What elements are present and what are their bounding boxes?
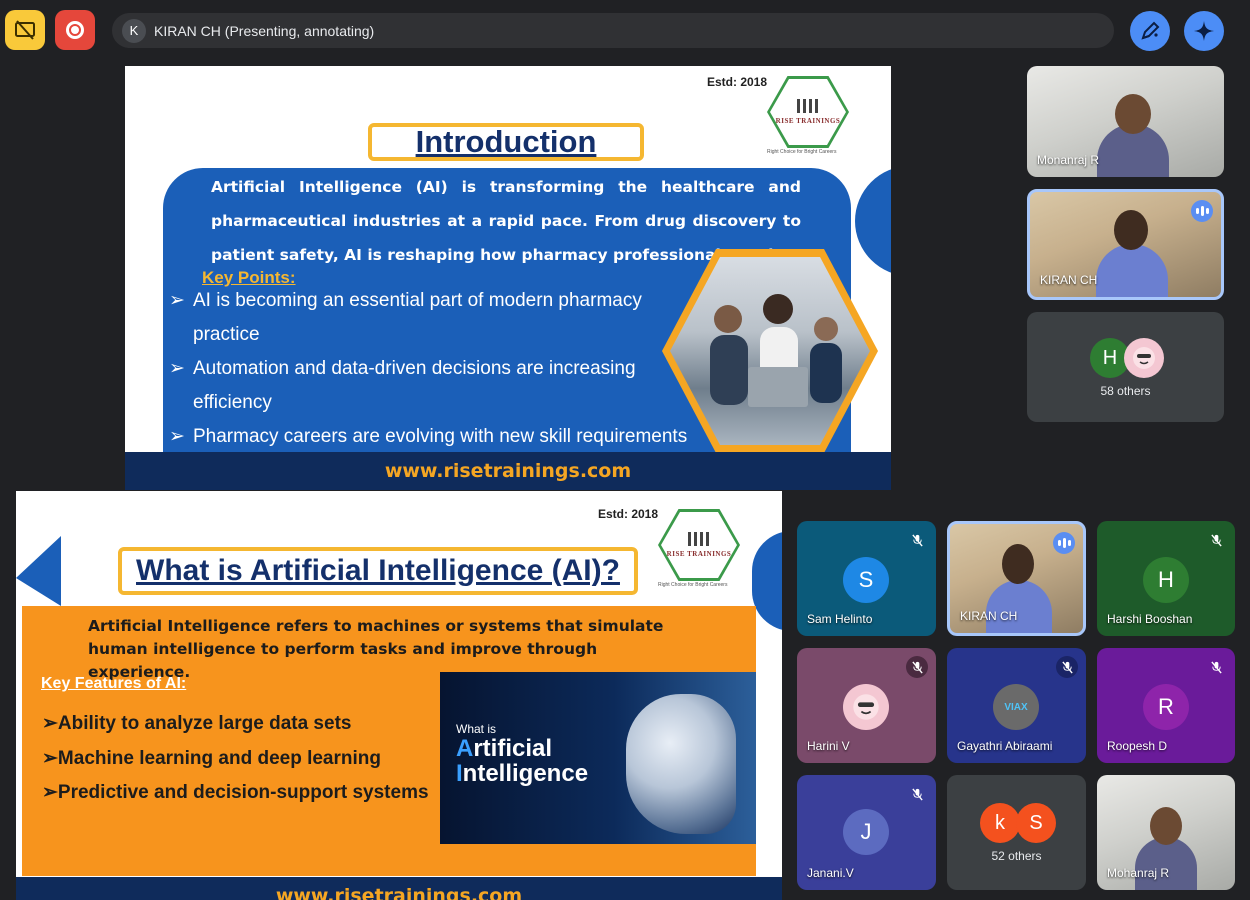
avatar-emoji-icon [843,684,889,730]
logo-people-icon [688,532,710,546]
mic-off-icon [1205,656,1227,678]
decorative-triangle [16,536,61,606]
recording-button[interactable] [55,10,95,50]
participant-tile-kiran[interactable]: KIRAN CH [947,521,1086,636]
decorative-curve [752,531,782,631]
participant-tile-mohanraj[interactable]: Mohanraj R [1097,775,1235,890]
participant-tile-roopesh[interactable]: R Roopesh D [1097,648,1235,763]
slide-footer: www.risetrainings.com [16,877,782,900]
pen-annotate-icon [1141,21,1160,40]
participant-name: Monanraj R [1037,153,1100,167]
estd-label: Estd: 2018 [598,507,659,521]
participant-tile-sam[interactable]: S Sam Helinto [797,521,936,636]
logo-tagline: Right Choice for Bright Careers [767,149,837,155]
decorative-curve [855,166,891,276]
mic-off-icon [906,656,928,678]
key-features-list: ➢Ability to analyze large data sets ➢Mac… [42,707,429,811]
participant-tile-others-bottom[interactable]: k S 52 others [947,775,1086,890]
avatar: J [843,809,889,855]
participant-tile-monanraj[interactable]: Monanraj R [1027,66,1224,177]
participant-tile-kiran-speaking[interactable]: KIRAN CH [1027,189,1224,300]
logo-people-icon [797,99,819,113]
presenter-label: KIRAN CH (Presenting, annotating) [154,22,375,39]
list-item: ➢Predictive and decision-support systems [42,782,429,803]
avatar: VIAX [993,684,1039,730]
meeting-top-bar: K KIRAN CH (Presenting, annotating) [0,0,1250,62]
speaking-indicator-icon [1191,200,1213,222]
ai-robot-image: What is Artificial Intelligence [440,672,756,844]
participant-name: Harini V [807,739,850,753]
mic-off-icon [906,783,928,805]
participant-tile-gayathri[interactable]: VIAX Gayathri Abiraami [947,648,1086,763]
logo-text: RISE TRAININGS [775,117,841,125]
others-count-label: 52 others [991,849,1042,863]
intro-title-box: Introduction [368,123,644,161]
avatar: S [1016,803,1056,843]
list-item: ➢ AI is becoming an essential part of mod… [169,290,642,345]
participant-name: Sam Helinto [807,612,873,626]
participant-name: KIRAN CH [1040,273,1098,287]
mic-off-icon [1205,529,1227,551]
presenter-indicator[interactable]: K KIRAN CH (Presenting, annotating) [112,13,1114,48]
gemini-button[interactable] [1184,11,1224,51]
stop-presenting-icon [15,20,35,40]
avatar: k [980,803,1020,843]
others-count-label: 58 others [1100,384,1151,398]
avatar: R [1143,684,1189,730]
recording-icon [66,21,84,39]
mic-off-icon [1056,656,1078,678]
participant-name: Harshi Booshan [1107,612,1193,626]
ai-image-caption-small: What is [456,722,497,736]
list-item: ➢ Pharmacy careers are evolving with new … [169,426,688,447]
footer-url: www.risetrainings.com [275,885,523,900]
slide-title: Introduction [415,124,597,159]
logo-text: RISE TRAININGS [666,550,732,558]
list-item: ➢Ability to analyze large data sets [42,713,352,734]
logo-tagline: Right Choice for Bright Careers [658,582,728,588]
gemini-sparkle-icon [1194,21,1214,41]
presenter-avatar: K [122,18,146,43]
list-item: ➢ Automation and data-driven decisions ar… [169,358,636,413]
participant-tile-harshi[interactable]: H Harshi Booshan [1097,521,1235,636]
mic-off-icon [906,529,928,551]
participant-tile-harini[interactable]: Harini V [797,648,936,763]
ai-title-box: What is Artificial Intelligence (AI)? [118,547,638,595]
annotate-button[interactable] [1130,11,1170,51]
shared-slide-what-is-ai: Estd: 2018 RISE TRAININGS Right Choice f… [16,491,782,900]
participant-name: Mohanraj R [1107,866,1170,880]
list-item: ➢Machine learning and deep learning [42,747,381,769]
footer-url: www.risetrainings.com [384,460,632,482]
estd-label: Estd: 2018 [707,75,768,89]
avatar: H [1143,557,1189,603]
participant-name: Gayathri Abiraami [957,739,1053,753]
rise-trainings-logo: RISE TRAININGS [767,76,849,148]
participant-name: Roopesh D [1107,739,1168,753]
avatar: S [843,557,889,603]
key-features-label: Key Features of AI: [41,675,187,692]
key-points-list: ➢ AI is becoming an essential part of mod… [169,284,709,454]
slide-title: What is Artificial Intelligence (AI)? [136,554,620,587]
slide-footer: www.risetrainings.com [125,452,891,490]
avatar-emoji-icon [1124,338,1164,378]
speaking-indicator-icon [1053,532,1075,554]
participant-name: KIRAN CH [960,609,1018,623]
robot-head-icon [626,694,736,834]
shared-slide-introduction: Estd: 2018 RISE TRAININGS Right Choice f… [125,66,891,490]
participant-name: Janani.V [807,866,854,880]
participant-tile-janani[interactable]: J Janani.V [797,775,936,890]
rise-trainings-logo: RISE TRAININGS [658,509,740,581]
ai-image-caption-big: Artificial Intelligence [456,735,589,787]
stop-presenting-button[interactable] [5,10,45,50]
participant-tile-others-top[interactable]: H 58 others [1027,312,1224,422]
